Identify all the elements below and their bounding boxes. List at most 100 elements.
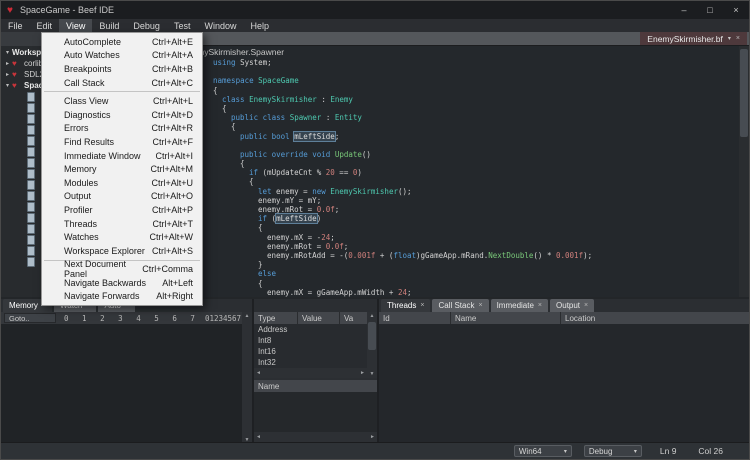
close-icon[interactable]: ×: [736, 35, 740, 42]
column-header-value[interactable]: Value: [298, 312, 340, 324]
code-line[interactable]: else: [203, 269, 749, 278]
code-line[interactable]: {: [203, 104, 749, 113]
minimize-button[interactable]: –: [671, 1, 697, 19]
close-icon[interactable]: ×: [538, 302, 542, 309]
type-row-address[interactable]: Address: [254, 324, 367, 335]
editor-scrollbar[interactable]: [739, 46, 749, 297]
chevron-down-icon[interactable]: ▾: [728, 35, 731, 42]
code-line[interactable]: using System;: [203, 58, 749, 67]
menu-item-immediate-window[interactable]: Immediate Window Ctrl+Alt+I: [42, 149, 202, 163]
type-row-int32[interactable]: Int32: [254, 357, 367, 368]
menu-item-modules[interactable]: Modules Ctrl+Alt+U: [42, 176, 202, 190]
menubar-item-edit[interactable]: Edit: [30, 19, 60, 32]
editor[interactable]: using System; namespace SpaceGame{class E…: [203, 46, 749, 297]
scroll-up-icon[interactable]: ▲: [370, 312, 375, 320]
code-line[interactable]: enemy.mRot = 0.0f;: [203, 242, 749, 251]
menu-item-profiler[interactable]: Profiler Ctrl+Alt+P: [42, 203, 202, 217]
code-line[interactable]: if (mLeftSide): [203, 214, 749, 224]
menu-item-navigate-forwards[interactable]: Navigate Forwards Alt+Right: [42, 290, 202, 304]
memory-content[interactable]: [1, 324, 242, 444]
maximize-button[interactable]: □: [697, 1, 723, 19]
menubar-item-window[interactable]: Window: [197, 19, 243, 32]
code-line[interactable]: enemy.mX = gGameApp.mWidth + 24;: [203, 288, 749, 297]
threads-tab-threads[interactable]: Threads ×: [381, 299, 431, 312]
menu-item-find-results[interactable]: Find Results Ctrl+Alt+F: [42, 135, 202, 149]
menu-item-watches[interactable]: Watches Ctrl+Alt+W: [42, 230, 202, 244]
platform-select[interactable]: Win64 ▾: [513, 445, 572, 457]
code-line[interactable]: {: [203, 279, 749, 288]
type-row-int8[interactable]: Int8: [254, 335, 367, 346]
column-header-type[interactable]: Type: [254, 312, 298, 324]
memory-scrollbar[interactable]: ▲ ▼: [242, 312, 252, 444]
name-column-header[interactable]: Name: [254, 380, 377, 392]
scrollbar-thumb[interactable]: [368, 322, 376, 350]
code-line[interactable]: class EnemySkirmisher : Enemy: [203, 95, 749, 104]
type-list-hscrollbar[interactable]: ◄ ►: [254, 368, 367, 378]
code-line[interactable]: {: [203, 122, 749, 131]
menu-item-memory[interactable]: Memory Ctrl+Alt+M: [42, 162, 202, 176]
type-row-int16[interactable]: Int16: [254, 346, 367, 357]
code-line[interactable]: if (mUpdateCnt % 20 == 0): [203, 168, 749, 177]
expander-open-icon[interactable]: ▾: [3, 82, 12, 89]
code-line[interactable]: {: [203, 86, 749, 95]
column-header-va[interactable]: Va: [340, 312, 367, 324]
document-tab[interactable]: EnemySkirmisher.bf ▾ ×: [640, 32, 747, 45]
close-icon[interactable]: ×: [478, 302, 482, 309]
code-line[interactable]: [203, 141, 749, 150]
scroll-right-icon[interactable]: ►: [370, 433, 375, 441]
code-line[interactable]: enemy.mY = mY;: [203, 196, 749, 205]
code-area[interactable]: using System; namespace SpaceGame{class E…: [203, 58, 749, 297]
close-icon[interactable]: ×: [420, 302, 424, 309]
scroll-right-icon[interactable]: ►: [360, 369, 365, 377]
menu-item-class-view[interactable]: Class View Ctrl+Alt+L: [42, 94, 202, 108]
code-line[interactable]: }: [203, 260, 749, 269]
expander-closed-icon[interactable]: ▸: [3, 71, 12, 78]
menubar-item-debug[interactable]: Debug: [126, 19, 167, 32]
menubar-item-test[interactable]: Test: [167, 19, 198, 32]
type-list-scrollbar[interactable]: ▲ ▼: [367, 312, 377, 378]
code-line[interactable]: enemy.mRotAdd = -(0.001f + (float)gGameA…: [203, 251, 749, 260]
menu-item-breakpoints[interactable]: Breakpoints Ctrl+Alt+B: [42, 62, 202, 76]
menu-item-output[interactable]: Output Ctrl+Alt+O: [42, 190, 202, 204]
code-line[interactable]: enemy.mRot = 0.0f;: [203, 205, 749, 214]
goto-button[interactable]: Goto..: [4, 313, 56, 323]
menubar-item-build[interactable]: Build: [92, 19, 126, 32]
close-icon[interactable]: ×: [584, 302, 588, 309]
threads-tab-output[interactable]: Output ×: [550, 299, 595, 312]
menu-item-threads[interactable]: Threads Ctrl+Alt+T: [42, 217, 202, 231]
scroll-left-icon[interactable]: ◄: [256, 369, 261, 377]
menu-item-navigate-backwards[interactable]: Navigate Backwards Alt+Left: [42, 276, 202, 290]
threads-tab-immediate[interactable]: Immediate ×: [490, 299, 549, 312]
close-button[interactable]: ×: [723, 1, 749, 19]
menu-item-call-stack[interactable]: Call Stack Ctrl+Alt+C: [42, 76, 202, 90]
scrollbar-thumb[interactable]: [740, 49, 748, 137]
code-line[interactable]: public class Spawner : Entity: [203, 113, 749, 122]
menubar-item-file[interactable]: File: [1, 19, 30, 32]
config-select[interactable]: Debug ▾: [583, 445, 642, 457]
expander-open-icon[interactable]: ▾: [3, 49, 12, 56]
menu-item-autocomplete[interactable]: AutoComplete Ctrl+Alt+E: [42, 35, 202, 49]
code-line[interactable]: let enemy = new EnemySkirmisher();: [203, 187, 749, 196]
name-list-hscrollbar[interactable]: ◄ ►: [254, 432, 377, 442]
column-header-name[interactable]: Name: [451, 312, 561, 324]
code-line[interactable]: [203, 67, 749, 76]
name-list-content[interactable]: [254, 392, 377, 432]
menu-item-errors[interactable]: Errors Ctrl+Alt+R: [42, 122, 202, 136]
code-line[interactable]: namespace SpaceGame: [203, 76, 749, 85]
column-header-id[interactable]: Id: [379, 312, 451, 324]
scroll-up-icon[interactable]: ▲: [245, 312, 250, 320]
threads-tab-call-stack[interactable]: Call Stack ×: [432, 299, 489, 312]
menubar-item-help[interactable]: Help: [243, 19, 276, 32]
menu-item-next-document-panel[interactable]: Next Document Panel Ctrl+Comma: [42, 259, 202, 279]
scroll-left-icon[interactable]: ◄: [256, 433, 261, 441]
scroll-down-icon[interactable]: ▼: [370, 370, 375, 378]
menu-item-workspace-explorer[interactable]: Workspace Explorer Ctrl+Alt+S: [42, 244, 202, 258]
menubar-item-view[interactable]: View: [59, 19, 93, 32]
column-header-location[interactable]: Location: [561, 312, 749, 324]
code-line[interactable]: enemy.mX = -24;: [203, 233, 749, 242]
code-line[interactable]: {: [203, 177, 749, 186]
code-line[interactable]: {: [203, 223, 749, 232]
code-line[interactable]: public bool mLeftSide;: [203, 131, 749, 141]
code-line[interactable]: {: [203, 159, 749, 168]
menu-item-auto-watches[interactable]: Auto Watches Ctrl+Alt+A: [42, 49, 202, 63]
